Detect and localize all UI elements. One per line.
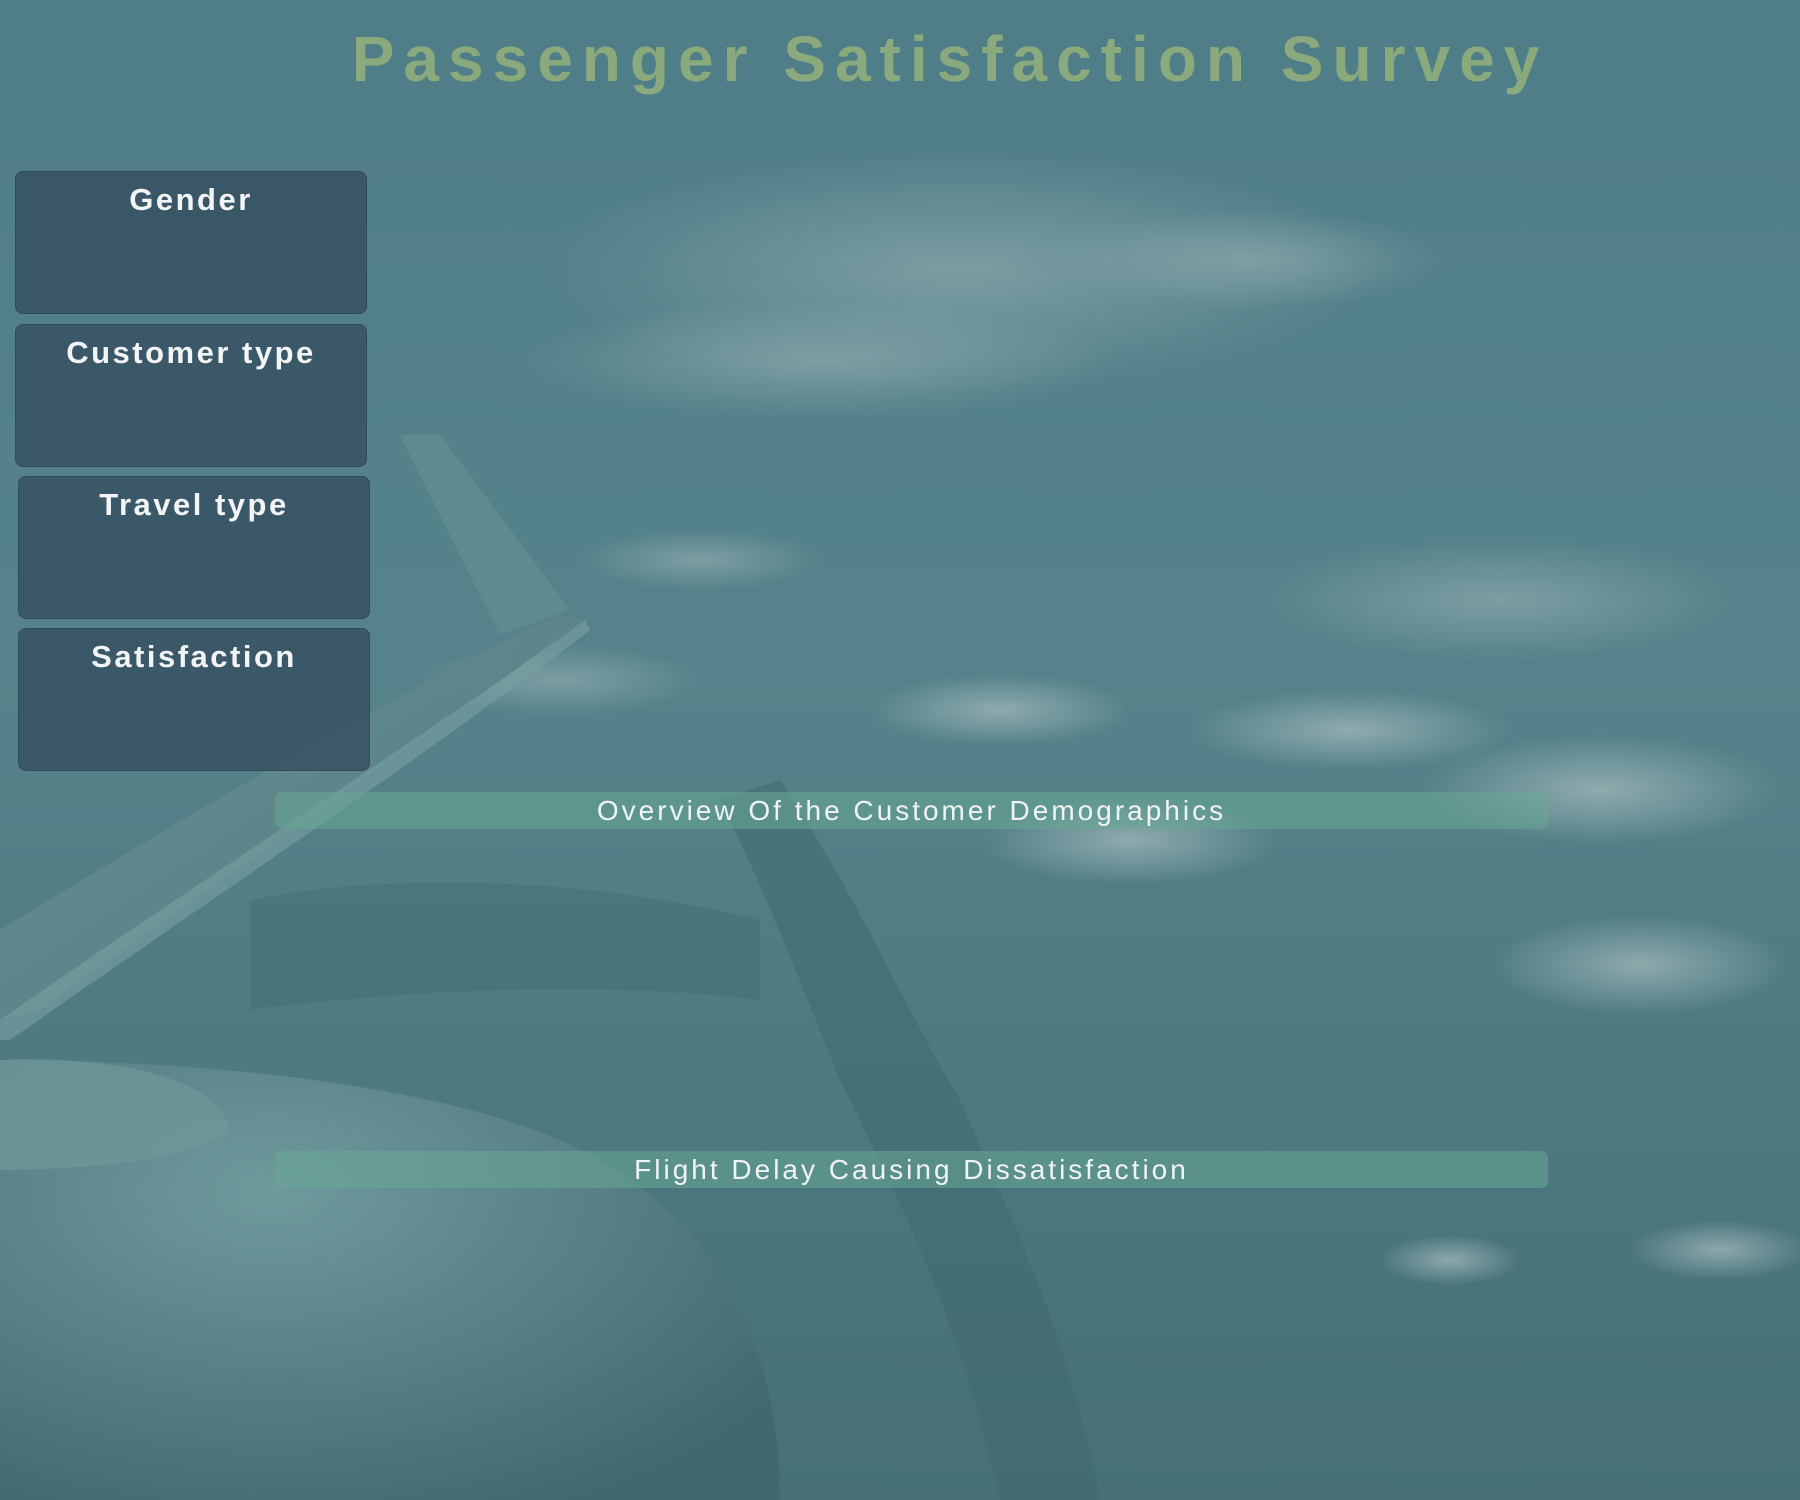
flight-delay-visual-area — [275, 1190, 1548, 1490]
filter-slicer-customer-type[interactable] — [28, 385, 354, 454]
demographics-visual-area — [275, 832, 1548, 1142]
filter-slicer-gender[interactable] — [28, 232, 354, 301]
filter-panel-travel-type[interactable]: Travel type — [18, 476, 370, 619]
section-header-demographics: Overview Of the Customer Demographics — [275, 792, 1548, 829]
filter-panel-gender[interactable]: Gender — [15, 171, 367, 314]
filter-slicer-satisfaction[interactable] — [31, 689, 357, 758]
filter-label-gender: Gender — [129, 182, 253, 217]
filter-label-satisfaction: Satisfaction — [91, 639, 297, 674]
filter-label-customer-type: Customer type — [66, 335, 316, 370]
section-header-flight-delay: Flight Delay Causing Dissatisfaction — [275, 1151, 1548, 1188]
filter-panel-satisfaction[interactable]: Satisfaction — [18, 628, 370, 771]
filter-panel-customer-type[interactable]: Customer type — [15, 324, 367, 467]
filter-slicer-travel-type[interactable] — [31, 537, 357, 606]
page-title: Passenger Satisfaction Survey — [351, 23, 1549, 95]
filter-label-travel-type: Travel type — [99, 487, 289, 522]
